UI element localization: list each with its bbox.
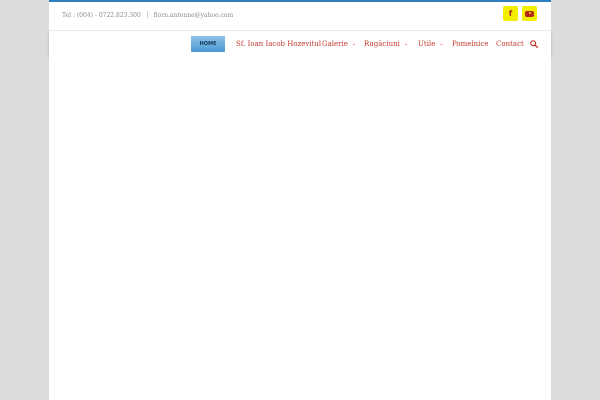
nav-item-utile[interactable]: Utile ⌄: [418, 40, 444, 48]
nav-item-label: Contact: [496, 40, 524, 48]
youtube-button[interactable]: [522, 6, 537, 21]
nav-item-label: Galerie: [322, 40, 348, 48]
chevron-down-icon: ⌄: [439, 41, 444, 47]
nav-item-label: Rugăciuni: [364, 40, 400, 48]
nav-item-galerie[interactable]: Galerie ⌄: [322, 40, 356, 48]
email-link[interactable]: florn.antonne@yahoo.com: [154, 12, 234, 19]
contact-info: Tel : (004) - 0722.823.300 florn.antonne…: [62, 11, 233, 19]
nav-item-label: Utile: [418, 40, 436, 48]
chevron-down-icon: ⌄: [403, 41, 409, 47]
phone-number: Tel : (004) - 0722.823.300: [62, 12, 141, 19]
nav-item-label: Pomelnice: [452, 40, 489, 48]
facebook-button[interactable]: f: [503, 6, 518, 21]
page-container: Tel : (004) - 0722.823.300 florn.antonne…: [49, 0, 551, 400]
chevron-down-icon: ⌄: [351, 41, 357, 47]
nav-item-home[interactable]: HOME: [191, 36, 225, 52]
contact-separator: [146, 11, 148, 18]
nav-item-label: Sf. Ioan Iacob Hozevitul: [236, 40, 322, 48]
main-content: [49, 56, 551, 400]
search-icon[interactable]: [530, 40, 538, 48]
nav-item-sf-ioan-iacob[interactable]: Sf. Ioan Iacob Hozevitul: [236, 40, 321, 48]
facebook-icon: f: [508, 9, 513, 18]
nav-item-rugaciuni[interactable]: Rugăciuni ⌄: [364, 40, 408, 48]
youtube-icon: [525, 10, 534, 17]
main-navigation: HOME Sf. Ioan Iacob Hozevitul Galerie ⌄ R…: [49, 31, 551, 56]
nav-item-pomelnice[interactable]: Pomelnice: [452, 40, 488, 48]
nav-item-contact[interactable]: Contact: [496, 40, 524, 48]
top-bar: Tel : (004) - 0722.823.300 florn.antonne…: [49, 2, 551, 31]
